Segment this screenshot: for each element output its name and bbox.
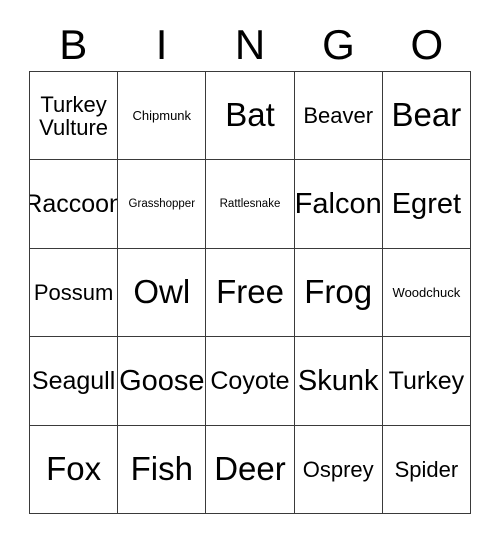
bingo-cell-r1c5[interactable]: Bear: [382, 72, 471, 161]
bingo-cell-label: Rattlesnake: [219, 198, 281, 211]
bingo-header-letter-g: G: [322, 20, 355, 68]
bingo-cell-r1c3[interactable]: Bat: [206, 72, 295, 161]
bingo-cell-r2c5[interactable]: Egret: [382, 160, 471, 249]
bingo-cell-r5c5[interactable]: Spider: [382, 425, 471, 514]
bingo-cell-label: Owl: [133, 273, 191, 311]
bingo-cell-label: Grasshopper: [128, 198, 196, 211]
bingo-cell-label: Egret: [391, 187, 462, 220]
bingo-cell-r1c2[interactable]: Chipmunk: [118, 72, 207, 161]
bingo-cell-free[interactable]: Free: [206, 248, 295, 338]
bingo-cell-label: Falcon: [294, 187, 382, 220]
bingo-header-letter-b: B: [59, 20, 88, 68]
bingo-cell-r4c3[interactable]: Coyote: [206, 337, 295, 426]
bingo-cell-r5c1[interactable]: Fox: [30, 425, 119, 514]
bingo-cell-label: Fox: [46, 449, 102, 487]
bingo-cell-label: Turkey: [388, 366, 465, 395]
bingo-cell-r4c4[interactable]: Skunk: [294, 337, 383, 426]
bingo-header-letter-n: N: [234, 20, 266, 68]
bingo-cell-r2c1[interactable]: Raccoon: [30, 160, 119, 249]
bingo-cell-r2c3[interactable]: Rattlesnake: [206, 160, 295, 249]
bingo-cell-label: Fish: [130, 449, 193, 487]
bingo-cell-label: Bat: [225, 96, 275, 134]
bingo-cell-label: Turkey Vulture: [39, 91, 109, 140]
bingo-cell-r5c2[interactable]: Fish: [118, 425, 207, 514]
bingo-cell-r5c3[interactable]: Deer: [206, 425, 295, 514]
bingo-cell-r3c4[interactable]: Frog: [294, 248, 383, 338]
bingo-cell-r3c1[interactable]: Possum: [30, 248, 119, 338]
bingo-cell-label: Beaver: [303, 103, 374, 129]
bingo-cell-label: Coyote: [210, 366, 290, 395]
bingo-grid: Turkey Vulture Chipmunk Bat Beaver Bear …: [29, 71, 471, 514]
bingo-cell-label: Osprey: [302, 456, 374, 482]
bingo-cell-label: Skunk: [297, 364, 379, 397]
bingo-header-letter-i: I: [155, 20, 168, 68]
bingo-cell-label: Deer: [214, 449, 286, 487]
bingo-cell-r5c4[interactable]: Osprey: [294, 425, 383, 514]
bingo-cell-label: Free: [216, 273, 284, 311]
bingo-cell-r4c1[interactable]: Seagull: [30, 337, 119, 426]
bingo-cell-label: Seagull: [31, 366, 116, 395]
bingo-cell-label: Goose: [119, 364, 205, 397]
bingo-cell-label: Bear: [391, 96, 462, 134]
bingo-cell-r1c4[interactable]: Beaver: [294, 72, 383, 161]
bingo-header-letter-o: O: [410, 20, 444, 68]
bingo-cell-r2c2[interactable]: Grasshopper: [118, 160, 207, 249]
bingo-cell-r3c2[interactable]: Owl: [118, 248, 207, 338]
bingo-cell-label: Spider: [394, 456, 459, 482]
bingo-header-row: B I N G O: [29, 18, 471, 71]
bingo-cell-r4c2[interactable]: Goose: [118, 337, 207, 426]
bingo-cell-r4c5[interactable]: Turkey: [382, 337, 471, 426]
bingo-cell-label: Chipmunk: [132, 107, 192, 123]
bingo-cell-label: Possum: [33, 279, 114, 305]
bingo-cell-r1c1[interactable]: Turkey Vulture: [30, 72, 119, 161]
bingo-cell-label: Woodchuck: [392, 284, 461, 300]
bingo-cell-label: Raccoon: [30, 189, 119, 218]
bingo-card: B I N G O Turkey Vulture Chipmunk Bat Be…: [0, 0, 500, 544]
bingo-cell-r3c5[interactable]: Woodchuck: [382, 248, 471, 338]
bingo-cell-r2c4[interactable]: Falcon: [294, 160, 383, 249]
bingo-cell-label: Frog: [304, 273, 373, 311]
